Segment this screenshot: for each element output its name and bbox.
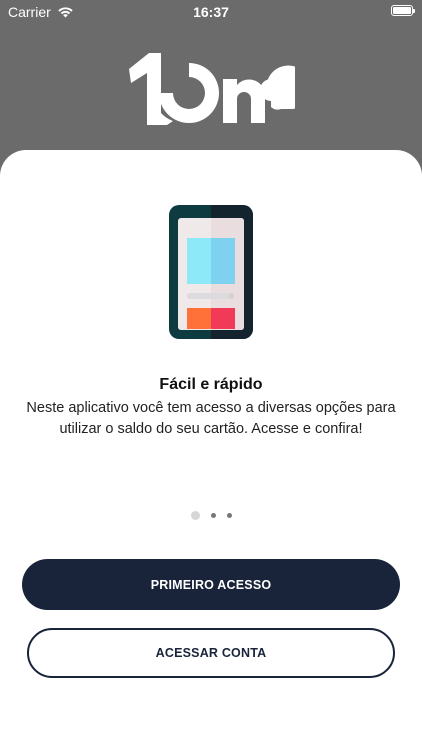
brand-logo xyxy=(129,53,295,125)
page-indicator[interactable] xyxy=(0,511,422,520)
slide-description: Neste aplicativo você tem acesso a diver… xyxy=(26,400,396,437)
first-access-button[interactable]: PRIMEIRO ACESSO xyxy=(22,559,400,610)
page-dot-2[interactable] xyxy=(210,513,216,518)
status-bar: Carrier 16:37 xyxy=(0,0,422,24)
battery-level xyxy=(393,7,411,14)
page-dot-1[interactable] xyxy=(190,511,200,520)
onboarding-screen: Carrier 16:37 Fácil e rápido Neste aplic… xyxy=(0,0,422,750)
smartphone-icon xyxy=(169,205,253,339)
page-dot-3[interactable] xyxy=(226,513,232,518)
status-time: 16:37 xyxy=(193,4,229,20)
sign-in-button[interactable]: ACESSAR CONTA xyxy=(27,628,395,678)
battery-icon xyxy=(391,5,415,16)
slide-title: Fácil e rápido xyxy=(159,376,263,393)
